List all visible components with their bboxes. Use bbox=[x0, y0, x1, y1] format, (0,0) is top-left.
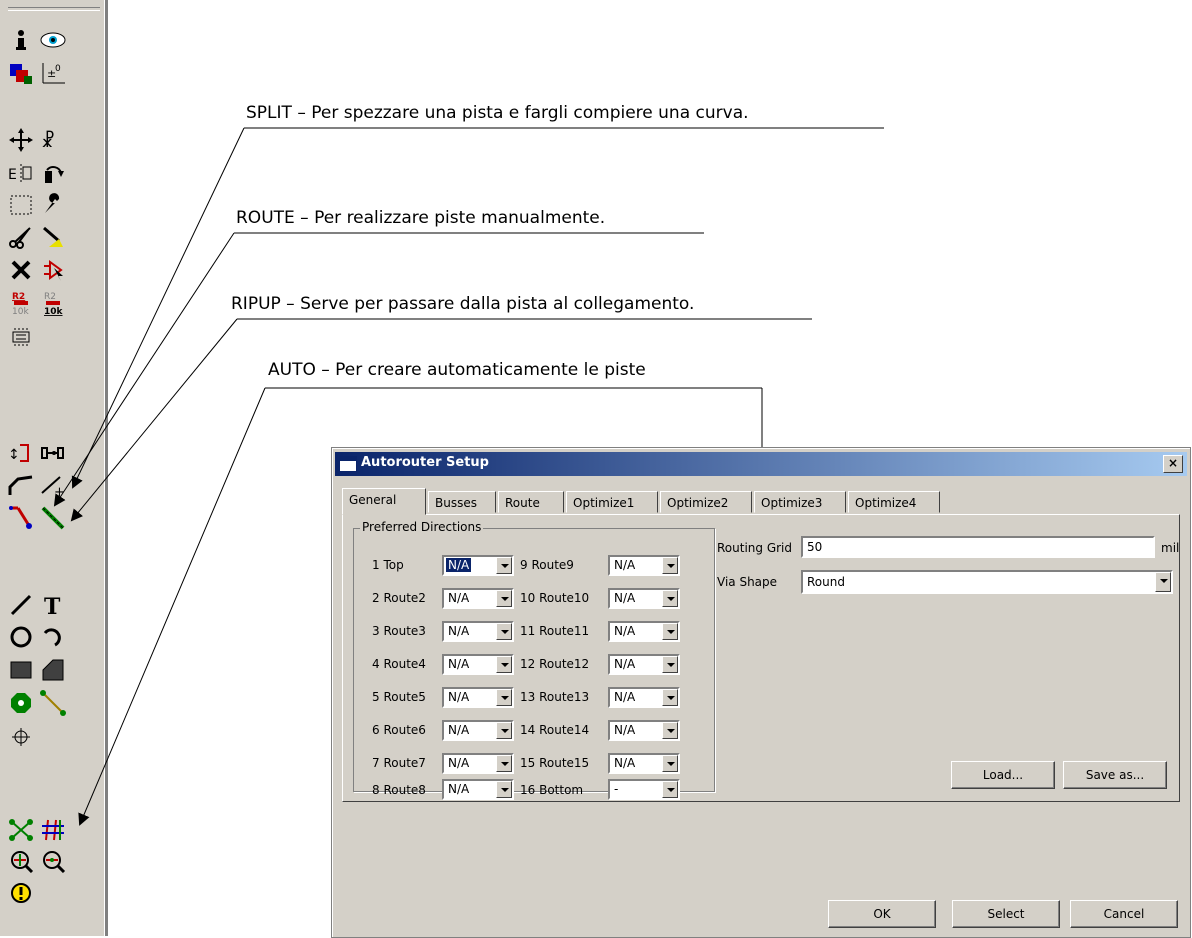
layer-direction-select[interactable]: N/A bbox=[608, 621, 680, 642]
ok-button[interactable]: OK bbox=[828, 900, 936, 928]
chevron-down-icon[interactable] bbox=[662, 656, 678, 673]
via-shape-label: Via Shape bbox=[717, 575, 778, 589]
layer-label: 5 Route5 bbox=[372, 690, 426, 704]
layer-label: 13 Route13 bbox=[520, 690, 590, 704]
route-annotation: ROUTE – Per realizzare piste manualmente… bbox=[236, 208, 606, 228]
tab-optimize3[interactable]: Optimize3 bbox=[754, 491, 846, 513]
layer-label: 8 Route8 bbox=[372, 783, 426, 797]
auto-annotation: AUTO – Per creare automaticamente le pis… bbox=[268, 360, 646, 380]
routing-grid-label: Routing Grid bbox=[717, 541, 793, 555]
chevron-down-icon[interactable] bbox=[496, 623, 512, 640]
tab-busses[interactable]: Busses bbox=[428, 491, 496, 513]
chevron-down-icon[interactable] bbox=[662, 557, 678, 574]
layer-direction-select[interactable]: N/A bbox=[608, 588, 680, 609]
close-button[interactable]: × bbox=[1163, 455, 1183, 473]
layer-direction-select[interactable]: N/A bbox=[442, 687, 514, 708]
layer-direction-select[interactable]: N/A bbox=[608, 555, 680, 576]
chevron-down-icon[interactable] bbox=[662, 590, 678, 607]
layer-direction-select[interactable]: N/A bbox=[608, 720, 680, 741]
general-tab-panel: Preferred Directions 1 Top N/A 2 Route2 … bbox=[342, 514, 1180, 802]
layer-label: 7 Route7 bbox=[372, 756, 426, 770]
layer-label: 10 Route10 bbox=[520, 591, 590, 605]
layer-direction-select[interactable]: N/A bbox=[442, 779, 514, 800]
chevron-down-icon[interactable] bbox=[496, 781, 512, 798]
layer-label: 15 Route15 bbox=[520, 756, 590, 770]
layer-label: 2 Route2 bbox=[372, 591, 426, 605]
split-annotation: SPLIT – Per spezzare una pista e fargli … bbox=[246, 103, 749, 123]
layer-direction-select[interactable]: N/A bbox=[442, 720, 514, 741]
layer-direction-select[interactable]: N/A bbox=[608, 687, 680, 708]
layer-label: 11 Route11 bbox=[520, 624, 590, 638]
dialog-titlebar[interactable]: Autorouter Setup × bbox=[335, 452, 1187, 476]
tab-route[interactable]: Route bbox=[498, 491, 564, 513]
save-as-button[interactable]: Save as... bbox=[1063, 761, 1167, 789]
layer-direction-select[interactable]: N/A bbox=[442, 654, 514, 675]
chevron-down-icon[interactable] bbox=[662, 689, 678, 706]
routing-grid-unit: mil bbox=[1161, 541, 1180, 555]
dialog-title: Autorouter Setup bbox=[361, 455, 489, 470]
chevron-down-icon[interactable] bbox=[496, 689, 512, 706]
window-icon bbox=[339, 456, 357, 472]
chevron-down-icon[interactable] bbox=[662, 781, 678, 798]
chevron-down-icon[interactable] bbox=[662, 755, 678, 772]
layer-label: 3 Route3 bbox=[372, 624, 426, 638]
tab-optimize4[interactable]: Optimize4 bbox=[848, 491, 940, 513]
layer-label: 12 Route12 bbox=[520, 657, 590, 671]
chevron-down-icon[interactable] bbox=[662, 623, 678, 640]
chevron-down-icon[interactable] bbox=[662, 722, 678, 739]
group-title: Preferred Directions bbox=[360, 520, 484, 534]
layer-direction-select[interactable]: N/A bbox=[442, 588, 514, 609]
layer-direction-select[interactable]: N/A bbox=[442, 753, 514, 774]
tab-optimize1[interactable]: Optimize1 bbox=[566, 491, 658, 513]
layer-label: 4 Route4 bbox=[372, 657, 426, 671]
layer-label: 14 Route14 bbox=[520, 723, 590, 737]
layer-direction-select[interactable]: N/A bbox=[442, 621, 514, 642]
chevron-down-icon[interactable] bbox=[496, 590, 512, 607]
select-button[interactable]: Select bbox=[952, 900, 1060, 928]
chevron-down-icon[interactable] bbox=[496, 557, 512, 574]
layer-label: 6 Route6 bbox=[372, 723, 426, 737]
layer-direction-select[interactable]: N/A bbox=[608, 753, 680, 774]
load-button[interactable]: Load... bbox=[951, 761, 1055, 789]
ripup-annotation: RIPUP – Serve per passare dalla pista al… bbox=[231, 294, 695, 314]
tab-optimize2[interactable]: Optimize2 bbox=[660, 491, 752, 513]
layer-direction-select[interactable]: N/A bbox=[608, 654, 680, 675]
via-shape-select[interactable]: Round bbox=[801, 570, 1173, 594]
layer-direction-select[interactable]: N/A bbox=[442, 555, 514, 576]
layer-label: 16 Bottom bbox=[520, 783, 584, 797]
layer-label: 1 Top bbox=[372, 558, 404, 572]
chevron-down-icon[interactable] bbox=[496, 722, 512, 739]
layer-direction-select[interactable]: - bbox=[608, 779, 680, 800]
chevron-down-icon[interactable] bbox=[496, 755, 512, 772]
chevron-down-icon[interactable] bbox=[496, 656, 512, 673]
chevron-down-icon[interactable] bbox=[1155, 572, 1171, 592]
preferred-directions-group: Preferred Directions 1 Top N/A 2 Route2 … bbox=[353, 520, 715, 800]
routing-grid-input[interactable]: 50 bbox=[801, 536, 1155, 558]
cancel-button[interactable]: Cancel bbox=[1070, 900, 1178, 928]
tab-general[interactable]: General bbox=[342, 488, 426, 515]
layer-label: 9 Route9 bbox=[520, 558, 574, 572]
autorouter-setup-dialog: Autorouter Setup × General Busses Route … bbox=[331, 447, 1191, 938]
